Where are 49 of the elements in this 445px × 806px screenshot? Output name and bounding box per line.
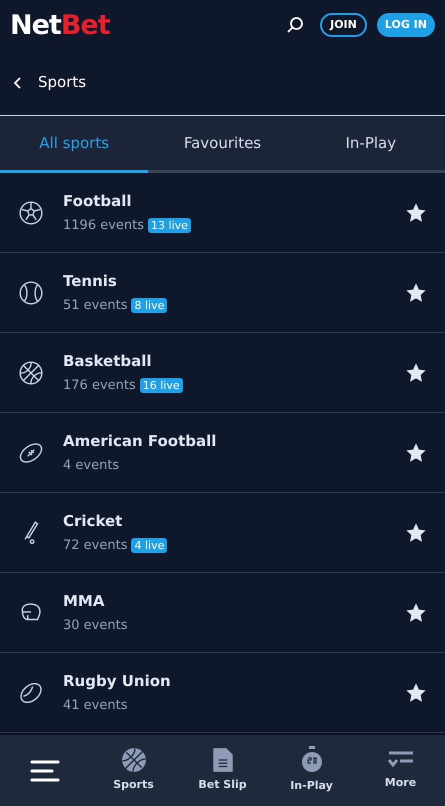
football-icon bbox=[18, 200, 44, 226]
live-badge: 13 live bbox=[148, 218, 191, 234]
sport-row[interactable]: Tennis 51 events 8 live bbox=[0, 253, 445, 333]
star-icon[interactable] bbox=[405, 282, 427, 304]
star-icon[interactable] bbox=[405, 682, 427, 704]
sport-name: Basketball bbox=[63, 350, 153, 372]
sport-name: Tennis bbox=[63, 270, 118, 292]
live-badge: 16 live bbox=[140, 378, 183, 394]
nav-item[interactable]: Bet Slip bbox=[178, 735, 267, 806]
nav-item[interactable]: Sports bbox=[89, 735, 178, 806]
tab[interactable]: All sports bbox=[0, 116, 148, 173]
sport-name: Cricket bbox=[63, 510, 124, 532]
event-count: 1196 events bbox=[63, 217, 144, 235]
sport-row[interactable]: Basketball 176 events 16 live bbox=[0, 333, 445, 413]
star-icon[interactable] bbox=[405, 442, 427, 464]
event-count: 176 events bbox=[63, 377, 136, 395]
nav-item[interactable]: More bbox=[356, 735, 445, 806]
star-icon[interactable] bbox=[405, 522, 427, 544]
event-count: 72 events bbox=[63, 537, 128, 555]
event-count: 41 events bbox=[63, 697, 128, 715]
sport-name: MMA bbox=[63, 590, 106, 612]
event-count: 4 events bbox=[63, 457, 120, 475]
basketball-icon bbox=[18, 360, 44, 386]
star-icon[interactable] bbox=[405, 362, 427, 384]
star-icon[interactable] bbox=[405, 602, 427, 624]
sport-row[interactable]: American Football 4 events bbox=[0, 413, 445, 493]
tennis-ball-icon bbox=[18, 280, 44, 306]
sport-name: American Football bbox=[63, 430, 218, 452]
sport-row[interactable]: Football 1196 events 13 live bbox=[0, 173, 445, 253]
join-button[interactable]: JOIN bbox=[320, 13, 367, 37]
document-icon bbox=[212, 747, 234, 774]
page-title: Sports bbox=[38, 72, 86, 94]
tab[interactable]: In-Play bbox=[296, 116, 445, 173]
sport-row[interactable]: MMA 30 events bbox=[0, 573, 445, 653]
live-badge: 4 live bbox=[131, 538, 168, 554]
logo[interactable]: NetBet bbox=[10, 12, 110, 38]
nav-item[interactable]: In-Play bbox=[267, 735, 356, 806]
sport-name: Football bbox=[63, 190, 133, 212]
stopwatch-icon bbox=[300, 746, 324, 774]
event-count: 51 events bbox=[63, 297, 128, 315]
tab[interactable]: Favourites bbox=[148, 116, 297, 173]
star-icon[interactable] bbox=[405, 202, 427, 224]
menu-icon bbox=[30, 758, 60, 784]
sport-name: Rugby Union bbox=[63, 670, 172, 692]
live-badge: 8 live bbox=[131, 298, 168, 314]
event-count: 30 events bbox=[63, 617, 128, 635]
search-icon[interactable] bbox=[286, 16, 304, 34]
basketball-icon bbox=[120, 747, 146, 774]
sport-row[interactable]: Cricket 72 events 4 live bbox=[0, 493, 445, 573]
